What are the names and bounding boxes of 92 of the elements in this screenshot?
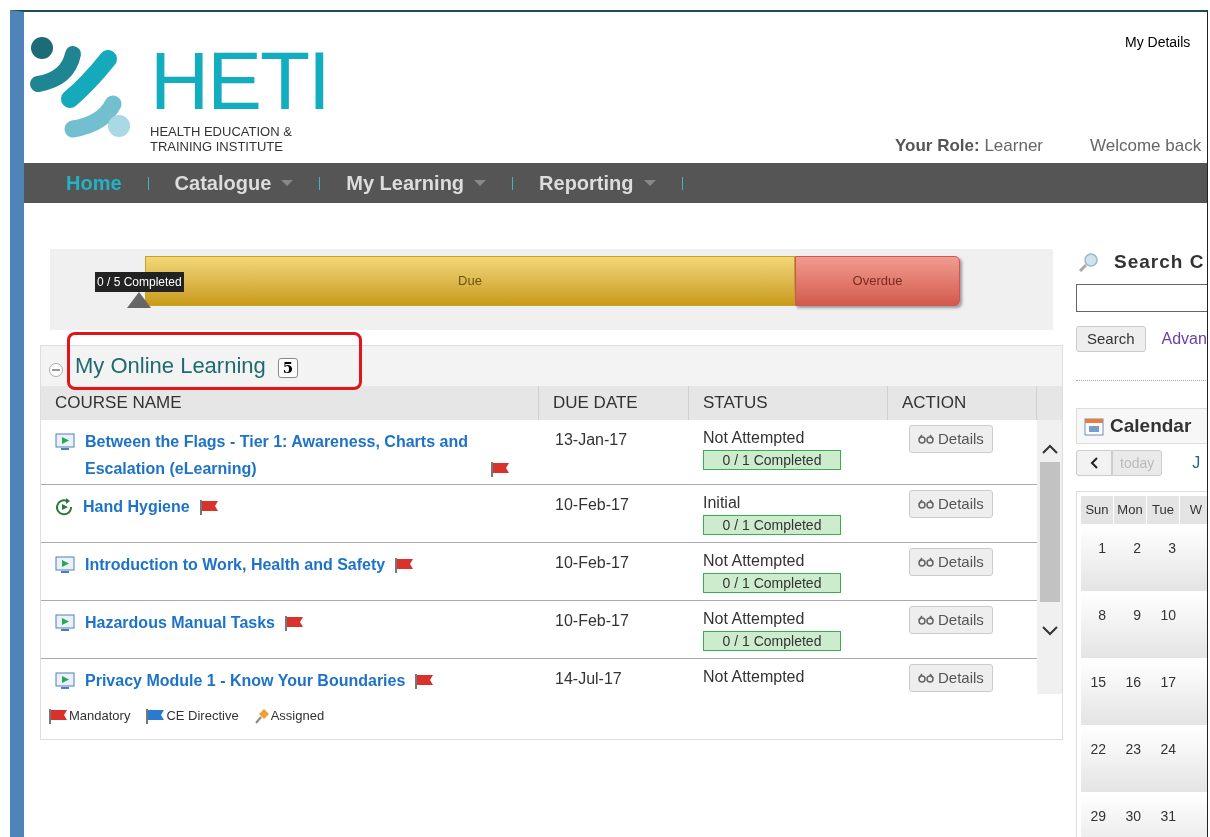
scroll-down-icon[interactable] <box>1041 626 1058 636</box>
column-header[interactable]: STATUS <box>689 386 888 420</box>
count-badge: 5 <box>277 358 299 378</box>
day-number[interactable]: 31 <box>1151 794 1186 837</box>
status-text: Not Attempted <box>703 551 805 571</box>
marker-triangle-icon <box>127 292 152 308</box>
month-title: J <box>1192 453 1201 473</box>
legend-label: CE Directive <box>166 707 239 725</box>
day-number[interactable]: 24 <box>1151 727 1186 792</box>
replay-icon <box>55 498 73 516</box>
day-number[interactable]: 15 <box>1081 660 1116 725</box>
calendar-title: Calendar <box>1110 413 1192 438</box>
welcome-message: Welcome back <box>1090 135 1202 157</box>
completion-badge: 0 / 1 Completed <box>703 573 841 593</box>
glasses-icon <box>918 615 934 625</box>
play-screen-icon <box>55 672 75 690</box>
progress-segment: Overdue <box>795 256 960 306</box>
completed-label: 0 / 5 Completed <box>95 272 184 292</box>
day-number[interactable]: 22 <box>1081 727 1116 792</box>
scrollbar-thumb[interactable] <box>1039 462 1060 602</box>
course-link[interactable]: Between the Flags - Tier 1: Awareness, Charts and Escalation (eLearning) <box>85 428 481 482</box>
previous-button[interactable] <box>1076 450 1112 476</box>
day-number[interactable]: 1 <box>1081 526 1116 591</box>
column-header[interactable]: COURSE NAME <box>41 386 539 420</box>
collapse-icon[interactable] <box>49 363 63 377</box>
day-number[interactable]: 8 <box>1081 593 1116 658</box>
flag-icon <box>47 707 67 724</box>
chevron-left-icon <box>1089 457 1099 469</box>
weekday-header: W <box>1180 496 1207 524</box>
calendar-icon <box>1084 416 1104 436</box>
panel-title: My Online Learning <box>75 352 266 380</box>
glasses-icon <box>918 673 934 683</box>
completion-badge: 0 / 1 Completed <box>703 515 841 535</box>
play-screen-icon <box>55 614 75 632</box>
course-link[interactable]: Introduction to Work, Health and Safety <box>85 551 386 578</box>
glasses-icon <box>918 557 934 567</box>
logo-subtitle: HEALTH EDUCATION & TRAINING INSTITUTE <box>150 124 293 154</box>
course-link[interactable]: Privacy Module 1 - Know Your Boundaries <box>85 667 406 694</box>
day-number[interactable]: 23 <box>1116 727 1151 792</box>
day-number[interactable]: 3 <box>1151 526 1186 591</box>
nav-tab[interactable]: Reporting <box>539 168 656 198</box>
advanced-search-link[interactable]: Advan <box>1161 327 1207 351</box>
details-button[interactable]: Details <box>909 606 993 634</box>
status-text: Not Attempted <box>703 667 805 687</box>
nav-tab[interactable]: My Learning <box>346 168 487 198</box>
search-icon <box>1078 252 1100 272</box>
status-text: Not Attempted <box>703 428 805 448</box>
play-screen-icon <box>55 556 75 574</box>
search-title: Search C <box>1114 249 1205 274</box>
day-number[interactable]: 9 <box>1116 593 1151 658</box>
logo-icon <box>28 34 132 138</box>
search-button[interactable]: Search <box>1076 326 1146 352</box>
status-text: Not Attempted <box>703 609 805 629</box>
glasses-icon <box>918 499 934 509</box>
play-screen-icon <box>55 433 75 451</box>
due-date: 10-Feb-17 <box>554 553 630 573</box>
legend-label: Assigned <box>270 707 325 725</box>
column-header[interactable]: ACTION <box>888 386 1037 420</box>
day-number[interactable]: 29 <box>1081 794 1116 837</box>
details-button[interactable]: Details <box>909 548 993 576</box>
details-button[interactable]: Details <box>909 664 993 692</box>
day-number[interactable]: 17 <box>1151 660 1186 725</box>
weekday-header: Tue <box>1147 496 1179 524</box>
my-details-link[interactable]: My Details <box>1125 32 1191 53</box>
search-field[interactable] <box>1076 284 1207 312</box>
flag-icon <box>144 707 165 724</box>
due-date: 13-Jan-17 <box>554 430 629 450</box>
completion-badge: 0 / 1 Completed <box>703 631 841 651</box>
legend-label: Mandatory <box>69 707 131 725</box>
user-role: Your Role: Learner <box>895 135 1043 157</box>
weekday-header: Sun <box>1081 496 1113 524</box>
status-text: Initial <box>703 493 741 513</box>
details-button[interactable]: Details <box>909 425 993 453</box>
course-link[interactable]: Hazardous Manual Tasks <box>85 609 275 636</box>
column-header[interactable]: DUE DATE <box>539 386 689 420</box>
due-date: 14-Jul-17 <box>554 669 623 689</box>
day-number[interactable]: 10 <box>1151 593 1186 658</box>
day-number[interactable]: 16 <box>1116 660 1151 725</box>
due-date: 10-Feb-17 <box>554 611 630 631</box>
nav-tab[interactable]: Catalogue <box>174 168 294 198</box>
completion-badge: 0 / 1 Completed <box>703 450 841 470</box>
due-date: 10-Feb-17 <box>554 495 630 515</box>
day-number[interactable]: 2 <box>1116 526 1151 591</box>
day-number[interactable]: 30 <box>1116 794 1151 837</box>
pin-icon <box>252 707 269 724</box>
details-button[interactable]: Details <box>909 490 993 518</box>
logo-title: HETI <box>150 48 329 114</box>
course-link[interactable]: Hand Hygiene <box>83 493 190 520</box>
scroll-up-icon[interactable] <box>1041 444 1058 454</box>
weekday-header: Mon <box>1114 496 1146 524</box>
scrollbar[interactable] <box>1037 420 1062 694</box>
glasses-icon <box>918 434 934 444</box>
